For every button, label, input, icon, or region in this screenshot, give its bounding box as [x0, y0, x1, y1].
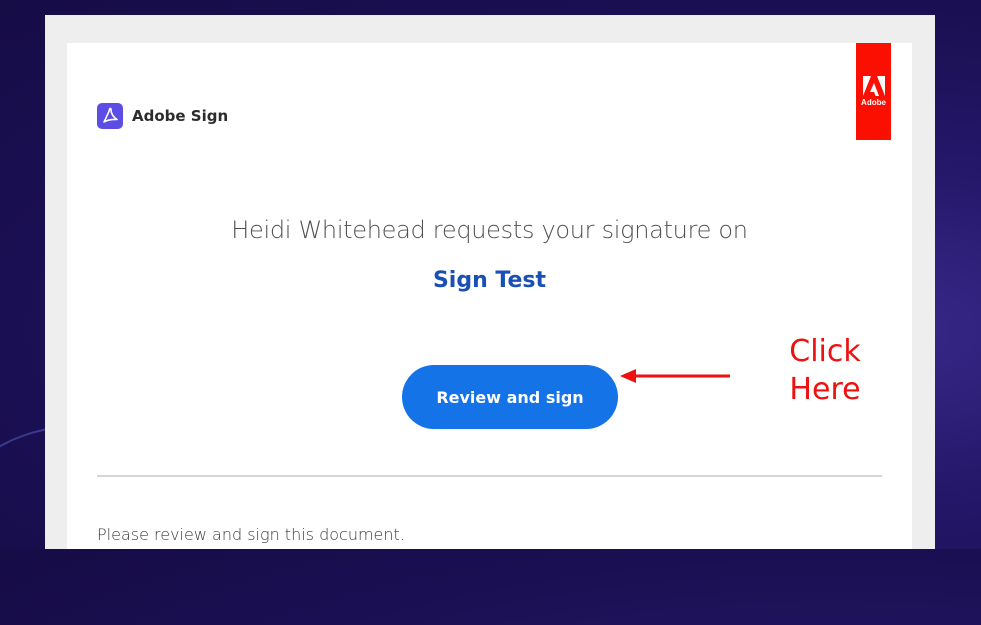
divider [97, 475, 882, 477]
email-frame: Adobe Adobe Sign Heidi Whitehead request… [45, 15, 935, 549]
document-title: Sign Test [432, 268, 547, 293]
brand-name: Adobe Sign [132, 107, 229, 125]
left-arrow-icon [620, 369, 730, 383]
brand-header: Adobe Sign [97, 103, 228, 129]
adobe-logo-icon [862, 76, 885, 96]
email-card: Adobe Adobe Sign Heidi Whitehead request… [67, 43, 912, 549]
adobe-badge-label: Adobe [861, 98, 886, 107]
adobe-badge: Adobe [856, 43, 891, 140]
review-and-sign-button[interactable]: Review and sign [402, 365, 618, 429]
click-here-annotation: Click Here [775, 333, 875, 409]
annotation-line-here: Here [789, 372, 861, 407]
annotation-line-click: Click [789, 334, 861, 369]
footer-message: Please review and sign this document. [97, 525, 405, 544]
acrobat-icon [97, 103, 123, 129]
signature-request-text: Heidi Whitehead requests your signature … [231, 216, 748, 244]
